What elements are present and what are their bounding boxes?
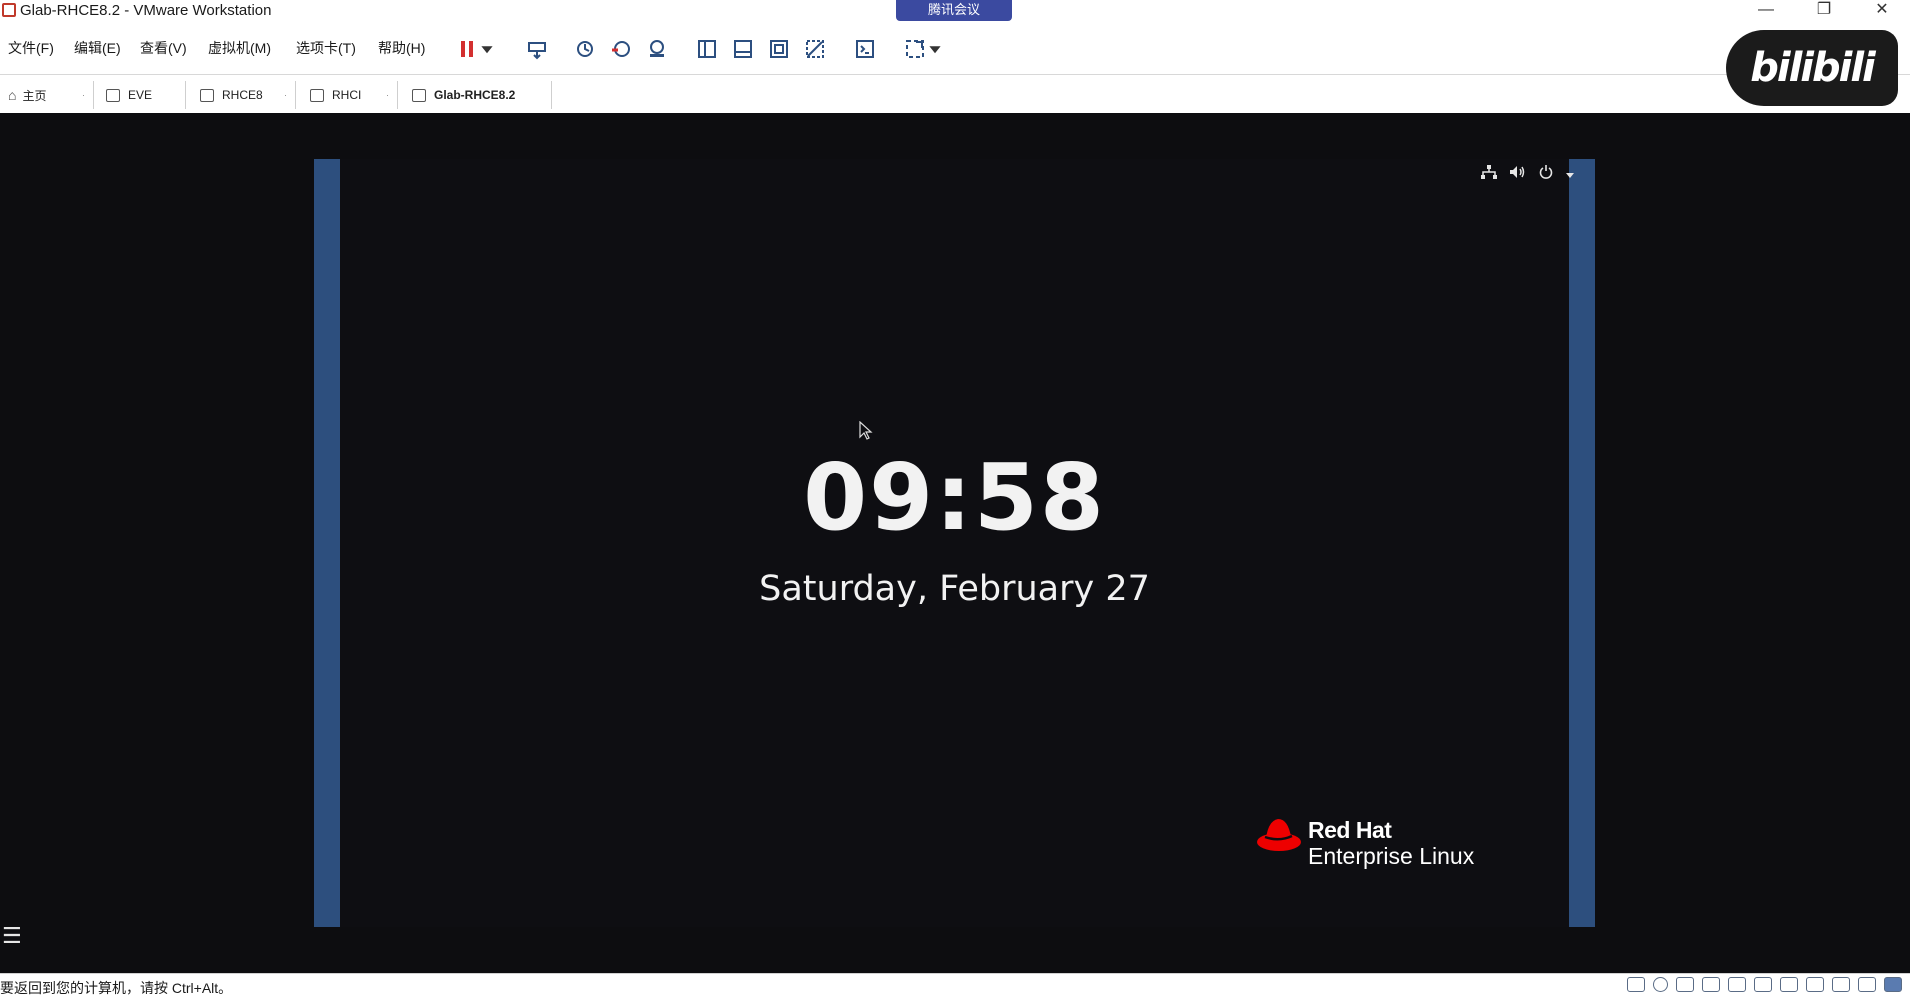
tab-eve[interactable]: EVE	[98, 81, 186, 109]
send-keys-icon[interactable]	[524, 36, 550, 62]
title-bar: Glab-RHCE8.2 - VMware Workstation 腾讯会议 —…	[0, 0, 1910, 24]
red-hat-icon	[1257, 819, 1301, 851]
device-status-icons	[1627, 977, 1902, 992]
tab-label: EVE	[128, 88, 153, 102]
minimize-icon[interactable]: —	[1752, 0, 1780, 22]
cd-rom-icon[interactable]	[1653, 977, 1668, 992]
menu-view[interactable]: 查看(V)	[140, 38, 187, 58]
vm-icon	[106, 88, 120, 102]
tab-home[interactable]: ⌂ 主页 ·	[0, 81, 94, 109]
tab-label: 主页	[22, 88, 47, 103]
vmware-logo-icon	[2, 3, 16, 17]
home-icon: ⌂	[8, 87, 17, 103]
logo-text-red-hat: Red Hat	[1308, 817, 1392, 843]
lock-screen-date: Saturday, February 27	[759, 569, 1150, 609]
floppy-icon[interactable]	[1858, 977, 1876, 992]
red-hat-logo: Red Hat Enterprise Linux	[1256, 815, 1486, 875]
pause-icon[interactable]	[454, 36, 480, 62]
console-view-icon[interactable]	[730, 36, 756, 62]
menu-vm[interactable]: 虚拟机(M)	[208, 38, 271, 58]
vm-icon	[200, 88, 214, 102]
network-adapter-2-icon[interactable]	[1702, 977, 1720, 992]
menu-edit[interactable]: 编辑(E)	[74, 38, 121, 58]
bilibili-watermark-logo: bilibili	[1726, 30, 1898, 106]
status-bar: 要返回到您的计算机，请按 Ctrl+Alt。	[0, 973, 1910, 996]
window-title: Glab-RHCE8.2 - VMware Workstation	[20, 2, 272, 19]
menu-tabs[interactable]: 选项卡(T)	[296, 38, 356, 58]
watermark-text: bilibili	[1750, 45, 1876, 91]
dropdown-icon[interactable]	[928, 36, 942, 62]
vm-running-icon	[412, 88, 426, 102]
close-tab-icon[interactable]: ·	[82, 90, 85, 100]
lock-screen-clock: 09:58	[803, 444, 1106, 551]
tab-glab-rhce8-2[interactable]: Glab-RHCE8.2	[404, 81, 552, 109]
power-icon	[1539, 165, 1553, 183]
usb-device-icon[interactable]	[1806, 977, 1824, 992]
tab-label: RHCI	[332, 88, 362, 102]
message-log-icon[interactable]	[1884, 977, 1902, 992]
unity-icon[interactable]	[802, 36, 828, 62]
snapshot-icon[interactable]	[572, 36, 598, 62]
vm-icon	[310, 88, 324, 102]
system-status-area[interactable]	[1481, 165, 1575, 183]
sound-card-icon[interactable]	[1832, 977, 1850, 992]
dropdown-icon[interactable]	[480, 36, 494, 62]
usb-controller-icon[interactable]	[1780, 977, 1798, 992]
menu-toolbar: 文件(F) 编辑(E) 查看(V) 虚拟机(M) 选项卡(T) 帮助(H)	[0, 28, 1910, 64]
tab-rhci[interactable]: RHCI ·	[302, 81, 398, 109]
library-icon[interactable]	[694, 36, 720, 62]
tab-label: RHCE8	[222, 88, 263, 102]
snapshot-manager-icon[interactable]	[644, 36, 670, 62]
restore-icon[interactable]: ❐	[1810, 0, 1838, 22]
mouse-cursor-icon	[859, 420, 873, 446]
fullscreen-icon[interactable]	[902, 36, 928, 62]
list-menu-icon[interactable]: ☰	[2, 923, 22, 949]
network-adapter-icon[interactable]	[1676, 977, 1694, 992]
volume-icon	[1509, 165, 1527, 183]
guest-lock-screen[interactable]: 09:58 Saturday, February 27 Red Hat Ente…	[314, 159, 1595, 927]
menu-file[interactable]: 文件(F)	[8, 38, 54, 58]
dropdown-icon	[1565, 166, 1575, 183]
revert-snapshot-icon[interactable]	[608, 36, 634, 62]
tab-rhce8[interactable]: RHCE8 ·	[192, 81, 296, 109]
close-tab-icon[interactable]: ·	[284, 90, 287, 100]
close-icon[interactable]: ✕	[1868, 0, 1896, 22]
tab-label: Glab-RHCE8.2	[434, 88, 516, 102]
status-hint: 要返回到您的计算机，请按 Ctrl+Alt。	[0, 980, 233, 996]
menu-help[interactable]: 帮助(H)	[378, 38, 425, 58]
vm-screen[interactable]: 09:58 Saturday, February 27 Red Hat Ente…	[0, 113, 1910, 973]
printer-icon[interactable]	[1728, 977, 1746, 992]
fit-window-icon[interactable]	[766, 36, 792, 62]
close-tab-icon[interactable]: ·	[386, 90, 389, 100]
hard-disk-icon[interactable]	[1627, 977, 1645, 992]
tab-bar: ⌂ 主页 · EVE RHCE8 · RHCI · Glab-RHCE8.2	[0, 74, 1910, 112]
display-icon[interactable]	[1754, 977, 1772, 992]
logo-text-enterprise-linux: Enterprise Linux	[1308, 843, 1475, 869]
network-icon	[1481, 165, 1497, 183]
meeting-overlay-tag[interactable]: 腾讯会议	[896, 0, 1012, 21]
terminal-icon[interactable]	[852, 36, 878, 62]
